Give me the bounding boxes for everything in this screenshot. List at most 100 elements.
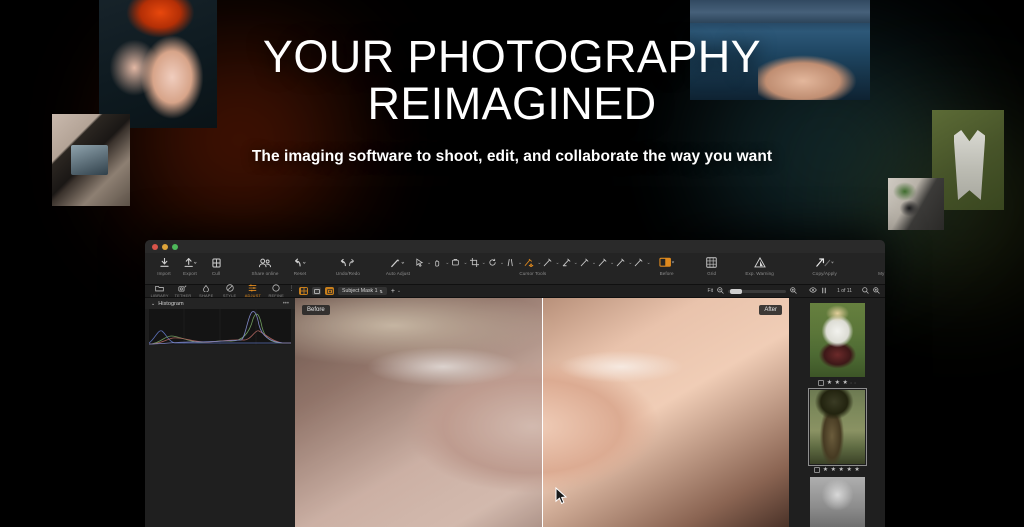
tab-refine[interactable]: REFINE	[265, 284, 288, 298]
undo-redo-button[interactable]: Undo/Redo	[331, 255, 365, 276]
mask-view-icon[interactable]	[325, 287, 334, 295]
heal-tool-icon[interactable]	[598, 258, 607, 267]
grid-view-icon[interactable]	[299, 287, 308, 295]
list-item[interactable]	[789, 477, 885, 527]
spot-removal-tool-icon[interactable]	[524, 258, 534, 267]
zoom-out-icon[interactable]	[717, 287, 724, 296]
undo-redo-label: Undo/Redo	[336, 271, 360, 276]
eye-icon[interactable]	[809, 287, 817, 295]
list-item[interactable]: ★ ★ ★ ★ ★	[789, 390, 885, 473]
import-button[interactable]: Import	[151, 255, 177, 276]
exposure-warning-button[interactable]: Exp. Warning	[741, 255, 779, 276]
auto-adjust-button[interactable]: Auto Adjust	[381, 255, 415, 276]
tool-tabs-overflow[interactable]: ⋮	[288, 284, 295, 292]
thumb-girl-field[interactable]	[810, 303, 865, 377]
reset-button[interactable]: Reset	[285, 255, 315, 276]
reset-label: Reset	[294, 271, 307, 276]
zoom-slider[interactable]	[728, 290, 786, 293]
before-label: Before	[302, 305, 330, 315]
star-filled[interactable]: ★	[831, 467, 836, 473]
tab-shape[interactable]: SHAPE	[195, 284, 218, 298]
page-root: YOUR PHOTOGRAPHY REIMAGINED The imaging …	[0, 0, 1024, 527]
histogram-title: Histogram	[158, 301, 184, 307]
grid-button[interactable]: Grid	[699, 255, 725, 276]
toolbar-group-file: Import Export Cull	[151, 255, 285, 276]
after-label: After	[759, 305, 782, 315]
share-online-icon	[258, 255, 272, 270]
minimize-button[interactable]	[162, 244, 168, 250]
brush-tool-icon[interactable]	[543, 258, 552, 267]
rating-row[interactable]: ★ ★ ★ ★ ★	[814, 467, 859, 473]
undo-redo-icon	[339, 255, 357, 270]
tab-library[interactable]: LIBRARY	[148, 284, 171, 298]
copy-apply-button[interactable]: Copy/Apply	[805, 255, 845, 276]
my-capture-one-button[interactable]: My Capture One	[871, 255, 885, 276]
lasso-tool-icon[interactable]	[451, 258, 460, 267]
share-online-button[interactable]: Share online	[245, 255, 285, 276]
star-filled[interactable]: ★	[846, 467, 851, 473]
page-title-line-2: REIMAGINED	[367, 78, 656, 129]
import-icon	[160, 255, 169, 270]
rating-row[interactable]: ★ ★ ★ • •	[818, 380, 855, 386]
star-filled[interactable]: ★	[839, 467, 844, 473]
histogram-graph	[149, 309, 291, 345]
cull-button[interactable]: Cull	[203, 255, 229, 276]
tab-adjust-label: ADJUST	[245, 293, 261, 298]
mask-stepper-icon[interactable]: ⇅	[379, 289, 382, 294]
keystone-tool-icon[interactable]	[506, 258, 515, 267]
export-icon	[184, 255, 197, 270]
toolbar-group-view: Before Grid Exp. Warning	[651, 255, 885, 276]
zoom-button[interactable]	[172, 244, 178, 250]
chevron-down-icon[interactable]: ⌄	[151, 301, 155, 307]
search-icon[interactable]	[862, 287, 869, 296]
eraser-tool-icon[interactable]	[562, 258, 571, 267]
star-filled[interactable]: ★	[835, 380, 840, 386]
before-after-button[interactable]: Before	[651, 255, 683, 276]
rotate-tool-icon[interactable]	[488, 258, 497, 267]
zoom-in-icon[interactable]	[790, 287, 797, 296]
folder-icon	[155, 284, 164, 292]
tab-adjust[interactable]: ADJUST	[241, 284, 264, 298]
histogram-panel-header[interactable]: ⌄ Histogram •••	[145, 298, 295, 309]
window-titlebar	[145, 240, 885, 253]
before-after-divider	[542, 298, 543, 527]
adjust-icon	[248, 284, 257, 292]
thumb-bw-portrait[interactable]	[810, 477, 865, 527]
thumb-tree-portrait[interactable]	[810, 390, 865, 464]
tab-tether[interactable]: TETHER	[171, 284, 194, 298]
mask-name-field[interactable]: Subject Mask 1 ⇅	[338, 287, 387, 295]
image-viewer[interactable]: ◂▸ Before After	[295, 298, 789, 527]
app-body: ⌄ Histogram •••	[145, 298, 885, 527]
star-filled[interactable]: ★	[823, 467, 828, 473]
tab-style-label: STYLE	[223, 293, 236, 298]
star-empty[interactable]: •	[854, 381, 855, 385]
star-filled[interactable]: ★	[854, 467, 859, 473]
shape-icon	[202, 284, 210, 292]
mouse-cursor-icon	[555, 487, 569, 505]
select-checkbox[interactable]	[814, 467, 820, 473]
crop-tool-icon[interactable]	[470, 258, 479, 267]
dodge-tool-icon[interactable]	[634, 258, 643, 267]
star-filled[interactable]: ★	[827, 380, 832, 386]
single-view-icon[interactable]	[312, 287, 321, 295]
hero-photo-photographer	[888, 178, 944, 230]
star-filled[interactable]: ★	[843, 380, 848, 386]
loupe-icon[interactable]	[873, 287, 880, 296]
copy-apply-icon	[815, 255, 835, 270]
close-button[interactable]	[152, 244, 158, 250]
tab-style[interactable]: STYLE	[218, 284, 241, 298]
more-icon[interactable]: •••	[283, 301, 289, 307]
clone-tool-icon[interactable]	[616, 258, 625, 267]
gradient-tool-icon[interactable]	[580, 258, 589, 267]
add-mask-button[interactable]: + ⌄	[391, 288, 401, 295]
pointer-tool-icon[interactable]	[415, 258, 424, 267]
select-checkbox[interactable]	[818, 380, 824, 386]
tab-shape-label: SHAPE	[199, 293, 213, 298]
list-item[interactable]: ★ ★ ★ • •	[789, 303, 885, 386]
export-button[interactable]: Export	[177, 255, 203, 276]
toolbar-group-edit: Reset Undo/Redo Auto Adjust	[285, 255, 415, 276]
star-empty[interactable]: •	[850, 381, 851, 385]
compare-icon[interactable]	[821, 287, 827, 296]
browser-filmstrip[interactable]: ★ ★ ★ • • ★ ★ ★ ★ ★	[789, 298, 885, 527]
pan-tool-icon[interactable]	[433, 258, 442, 267]
